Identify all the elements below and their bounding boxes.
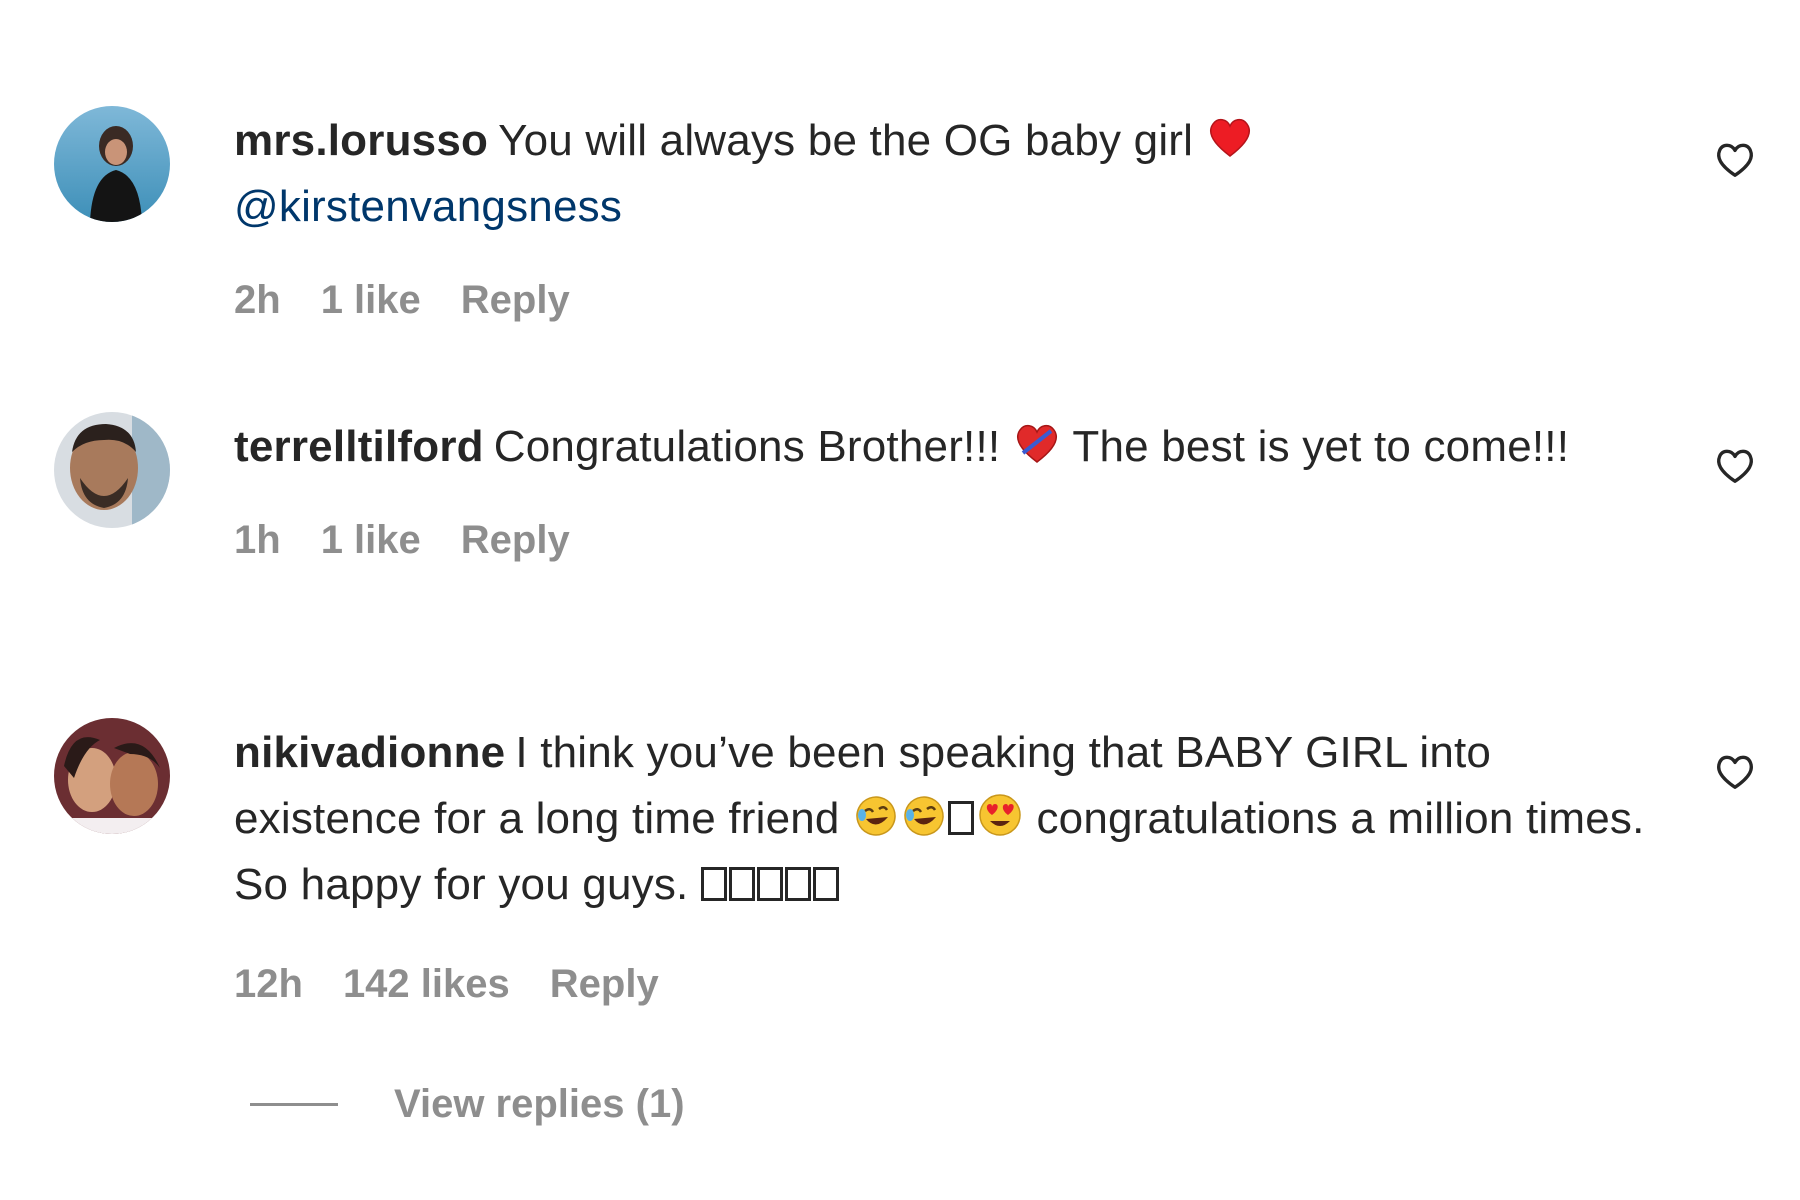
like-count[interactable]: 1 like (321, 518, 421, 562)
missing-glyph (700, 867, 727, 901)
missing-glyph (812, 867, 839, 901)
comment-timestamp[interactable]: 2h (234, 278, 281, 322)
mention-link[interactable]: @kirstenvangsness (234, 182, 622, 231)
comment-text-continued: The best is yet to come!!! (1072, 422, 1570, 471)
avatar[interactable] (54, 412, 170, 528)
username-link[interactable]: terrelltilford (234, 422, 484, 471)
avatar[interactable] (54, 718, 170, 834)
username-link[interactable]: nikivadionne (234, 728, 505, 777)
comment-body: mrs.lorusso You will always be the OG bab… (234, 108, 1654, 324)
comment-text: You will always be the OG baby girl (498, 116, 1194, 165)
laughing-emoji (900, 791, 948, 839)
like-count[interactable]: 142 likes (343, 962, 510, 1006)
reply-button[interactable]: Reply (461, 278, 570, 322)
missing-glyph (784, 867, 811, 901)
missing-glyph (728, 867, 755, 901)
comment-body: terrelltilford Congratulations Brother!!!… (234, 414, 1654, 564)
comment-text: Congratulations Brother!!! (493, 422, 1001, 471)
like-count[interactable]: 1 like (321, 278, 421, 322)
like-heart-icon[interactable] (1712, 136, 1758, 182)
reply-button[interactable]: Reply (550, 962, 659, 1006)
divider-line (250, 1102, 338, 1106)
comment-body: nikivadionne I think you’ve been speaking… (234, 720, 1654, 1008)
heart-eyes-emoji (976, 791, 1024, 839)
missing-glyph (948, 801, 975, 835)
laughing-emoji (852, 791, 900, 839)
reply-button[interactable]: Reply (461, 518, 570, 562)
red-heart-emoji (1206, 113, 1254, 161)
broken-heart-emoji (1013, 419, 1061, 467)
comment-timestamp[interactable]: 1h (234, 518, 281, 562)
avatar[interactable] (54, 106, 170, 222)
username-link[interactable]: mrs.lorusso (234, 116, 488, 165)
view-replies-label[interactable]: View replies (1) (394, 1082, 685, 1127)
missing-glyph (756, 867, 783, 901)
like-heart-icon[interactable] (1712, 442, 1758, 488)
view-replies-button[interactable]: View replies (1) (250, 1078, 685, 1130)
comment-timestamp[interactable]: 12h (234, 962, 303, 1006)
like-heart-icon[interactable] (1712, 748, 1758, 794)
